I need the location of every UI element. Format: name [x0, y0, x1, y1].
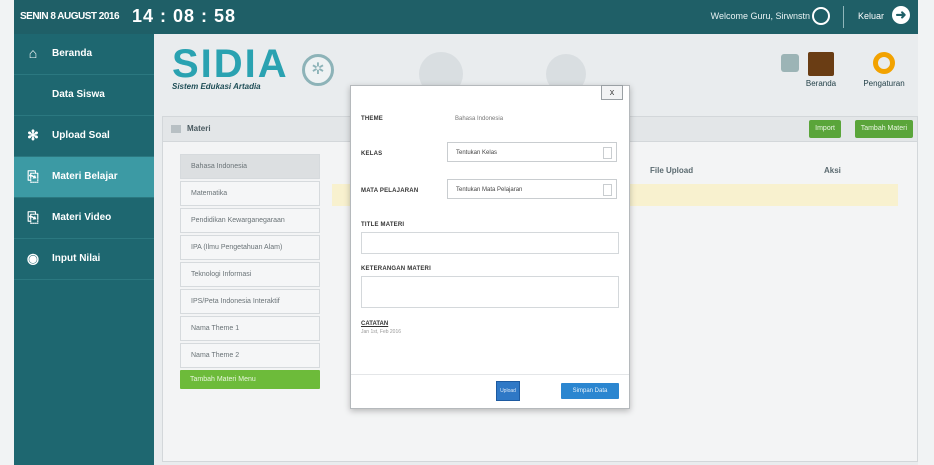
sidebar-item-beranda[interactable]: ⌂ Beranda — [14, 34, 154, 75]
date-display: SENIN 8 AUGUST 2016 — [20, 11, 120, 22]
mapel-select[interactable]: Tentukan Mata Pelajaran — [447, 179, 617, 199]
sidebar-item-upload-soal[interactable]: ✻ Upload Soal — [14, 116, 154, 157]
theme-item[interactable]: IPA (Ilmu Pengetahuan Alam) — [180, 235, 320, 260]
theme-label: THEME — [361, 116, 383, 122]
kelas-select[interactable]: Tentukan Kelas — [447, 142, 617, 162]
theme-list: Bahasa Indonesia Matematika Pendidikan K… — [180, 154, 320, 389]
theme-item[interactable]: Nama Theme 1 — [180, 316, 320, 341]
home-icon: ⌂ — [28, 45, 38, 61]
sidebar-item-materi-belajar[interactable]: ⎘ Materi Belajar — [14, 157, 154, 198]
sidebar-item-label: Materi Belajar — [52, 171, 118, 182]
mapel-label: MATA PELAJARAN — [361, 188, 419, 194]
welcome-text: Welcome Guru, Sirwnstn — [710, 11, 810, 21]
theme-item[interactable]: Nama Theme 2 — [180, 343, 320, 368]
add-materi-button[interactable]: Tambah Materi — [854, 120, 913, 138]
group-icon: ✻ — [27, 127, 39, 143]
home-button-label: Beranda — [805, 79, 837, 88]
user-icon[interactable] — [812, 7, 830, 25]
settings-button[interactable]: Pengaturan — [854, 52, 914, 88]
clock-display: 14 : 08 : 58 — [132, 6, 237, 26]
title-materi-label: TITLE MATERI — [361, 222, 405, 228]
sidebar-item-label: Input Nilai — [52, 253, 101, 264]
file-icon: ⎘ — [27, 209, 39, 225]
theme-item[interactable]: IPS/Peta Indonesia Interaktif — [180, 289, 320, 314]
top-bar: SENIN 8 AUGUST 2016 14 : 08 : 58 Welcome… — [14, 0, 918, 34]
theme-item[interactable]: Bahasa Indonesia — [180, 154, 320, 179]
sidebar-item-label: Materi Video — [52, 212, 112, 223]
gear-icon: ✲ — [302, 54, 334, 86]
settings-icon — [873, 52, 895, 74]
sidebar-item-data-siswa[interactable]: Data Siswa — [14, 75, 154, 116]
users-icon — [24, 87, 42, 101]
column-header-file: File Upload — [650, 166, 694, 175]
logout-icon[interactable]: ➜ — [892, 6, 910, 24]
import-button[interactable]: Import — [809, 120, 841, 138]
chevron-down-icon — [603, 184, 612, 196]
keterangan-textarea[interactable] — [361, 276, 619, 308]
sidebar-item-label: Data Siswa — [52, 89, 105, 100]
theme-item[interactable]: Pendidikan Kewarganegaraan — [180, 208, 320, 233]
note-title: CATATAN — [361, 321, 389, 327]
logo-text: SIDIA — [172, 42, 289, 86]
app-logo: SIDIA Sistem Edukasi Artadia — [172, 44, 289, 91]
theme-value: Bahasa Indonesia — [455, 116, 504, 122]
add-theme-button[interactable]: Tambah Materi Menu — [180, 370, 320, 389]
upload-button[interactable]: Upload — [496, 381, 520, 401]
eye-icon: ◉ — [26, 250, 40, 266]
logout-link[interactable]: Keluar — [858, 11, 884, 21]
list-icon — [171, 125, 181, 133]
keterangan-label: KETERANGAN MATERI — [361, 266, 431, 272]
sidebar-item-label: Beranda — [52, 48, 93, 59]
theme-item[interactable]: Matematika — [180, 181, 320, 206]
kelas-label: KELAS — [361, 151, 383, 157]
page: SENIN 8 AUGUST 2016 14 : 08 : 58 Welcome… — [14, 0, 918, 465]
title-materi-input[interactable] — [361, 232, 619, 254]
panel-title: Materi — [187, 124, 211, 133]
sidebar-item-input-nilai[interactable]: ◉ Input Nilai — [14, 239, 154, 280]
house-icon — [808, 52, 834, 76]
note-text: Jan 1st, Feb 2016 — [361, 329, 402, 335]
home-button[interactable]: Beranda — [796, 52, 846, 88]
sidebar-item-label: Upload Soal — [52, 130, 110, 141]
column-header-aksi: Aksi — [824, 166, 841, 175]
dialog-footer-divider — [351, 374, 629, 375]
settings-button-label: Pengaturan — [863, 79, 905, 88]
add-materi-dialog: x THEME Bahasa Indonesia KELAS Tentukan … — [350, 85, 630, 409]
sidebar: ⌂ Beranda Data Siswa ✻ Upload Soal ⎘ Mat… — [14, 34, 154, 465]
file-icon: ⎘ — [27, 168, 39, 184]
close-button[interactable]: x — [601, 85, 623, 100]
sidebar-item-materi-video[interactable]: ⎘ Materi Video — [14, 198, 154, 239]
save-button[interactable]: Simpan Data — [561, 383, 619, 399]
theme-item[interactable]: Teknologi Informasi — [180, 262, 320, 287]
chevron-down-icon — [603, 147, 612, 159]
mapel-select-value: Tentukan Mata Pelajaran — [456, 187, 523, 193]
kelas-select-value: Tentukan Kelas — [456, 150, 498, 156]
divider — [843, 6, 844, 28]
